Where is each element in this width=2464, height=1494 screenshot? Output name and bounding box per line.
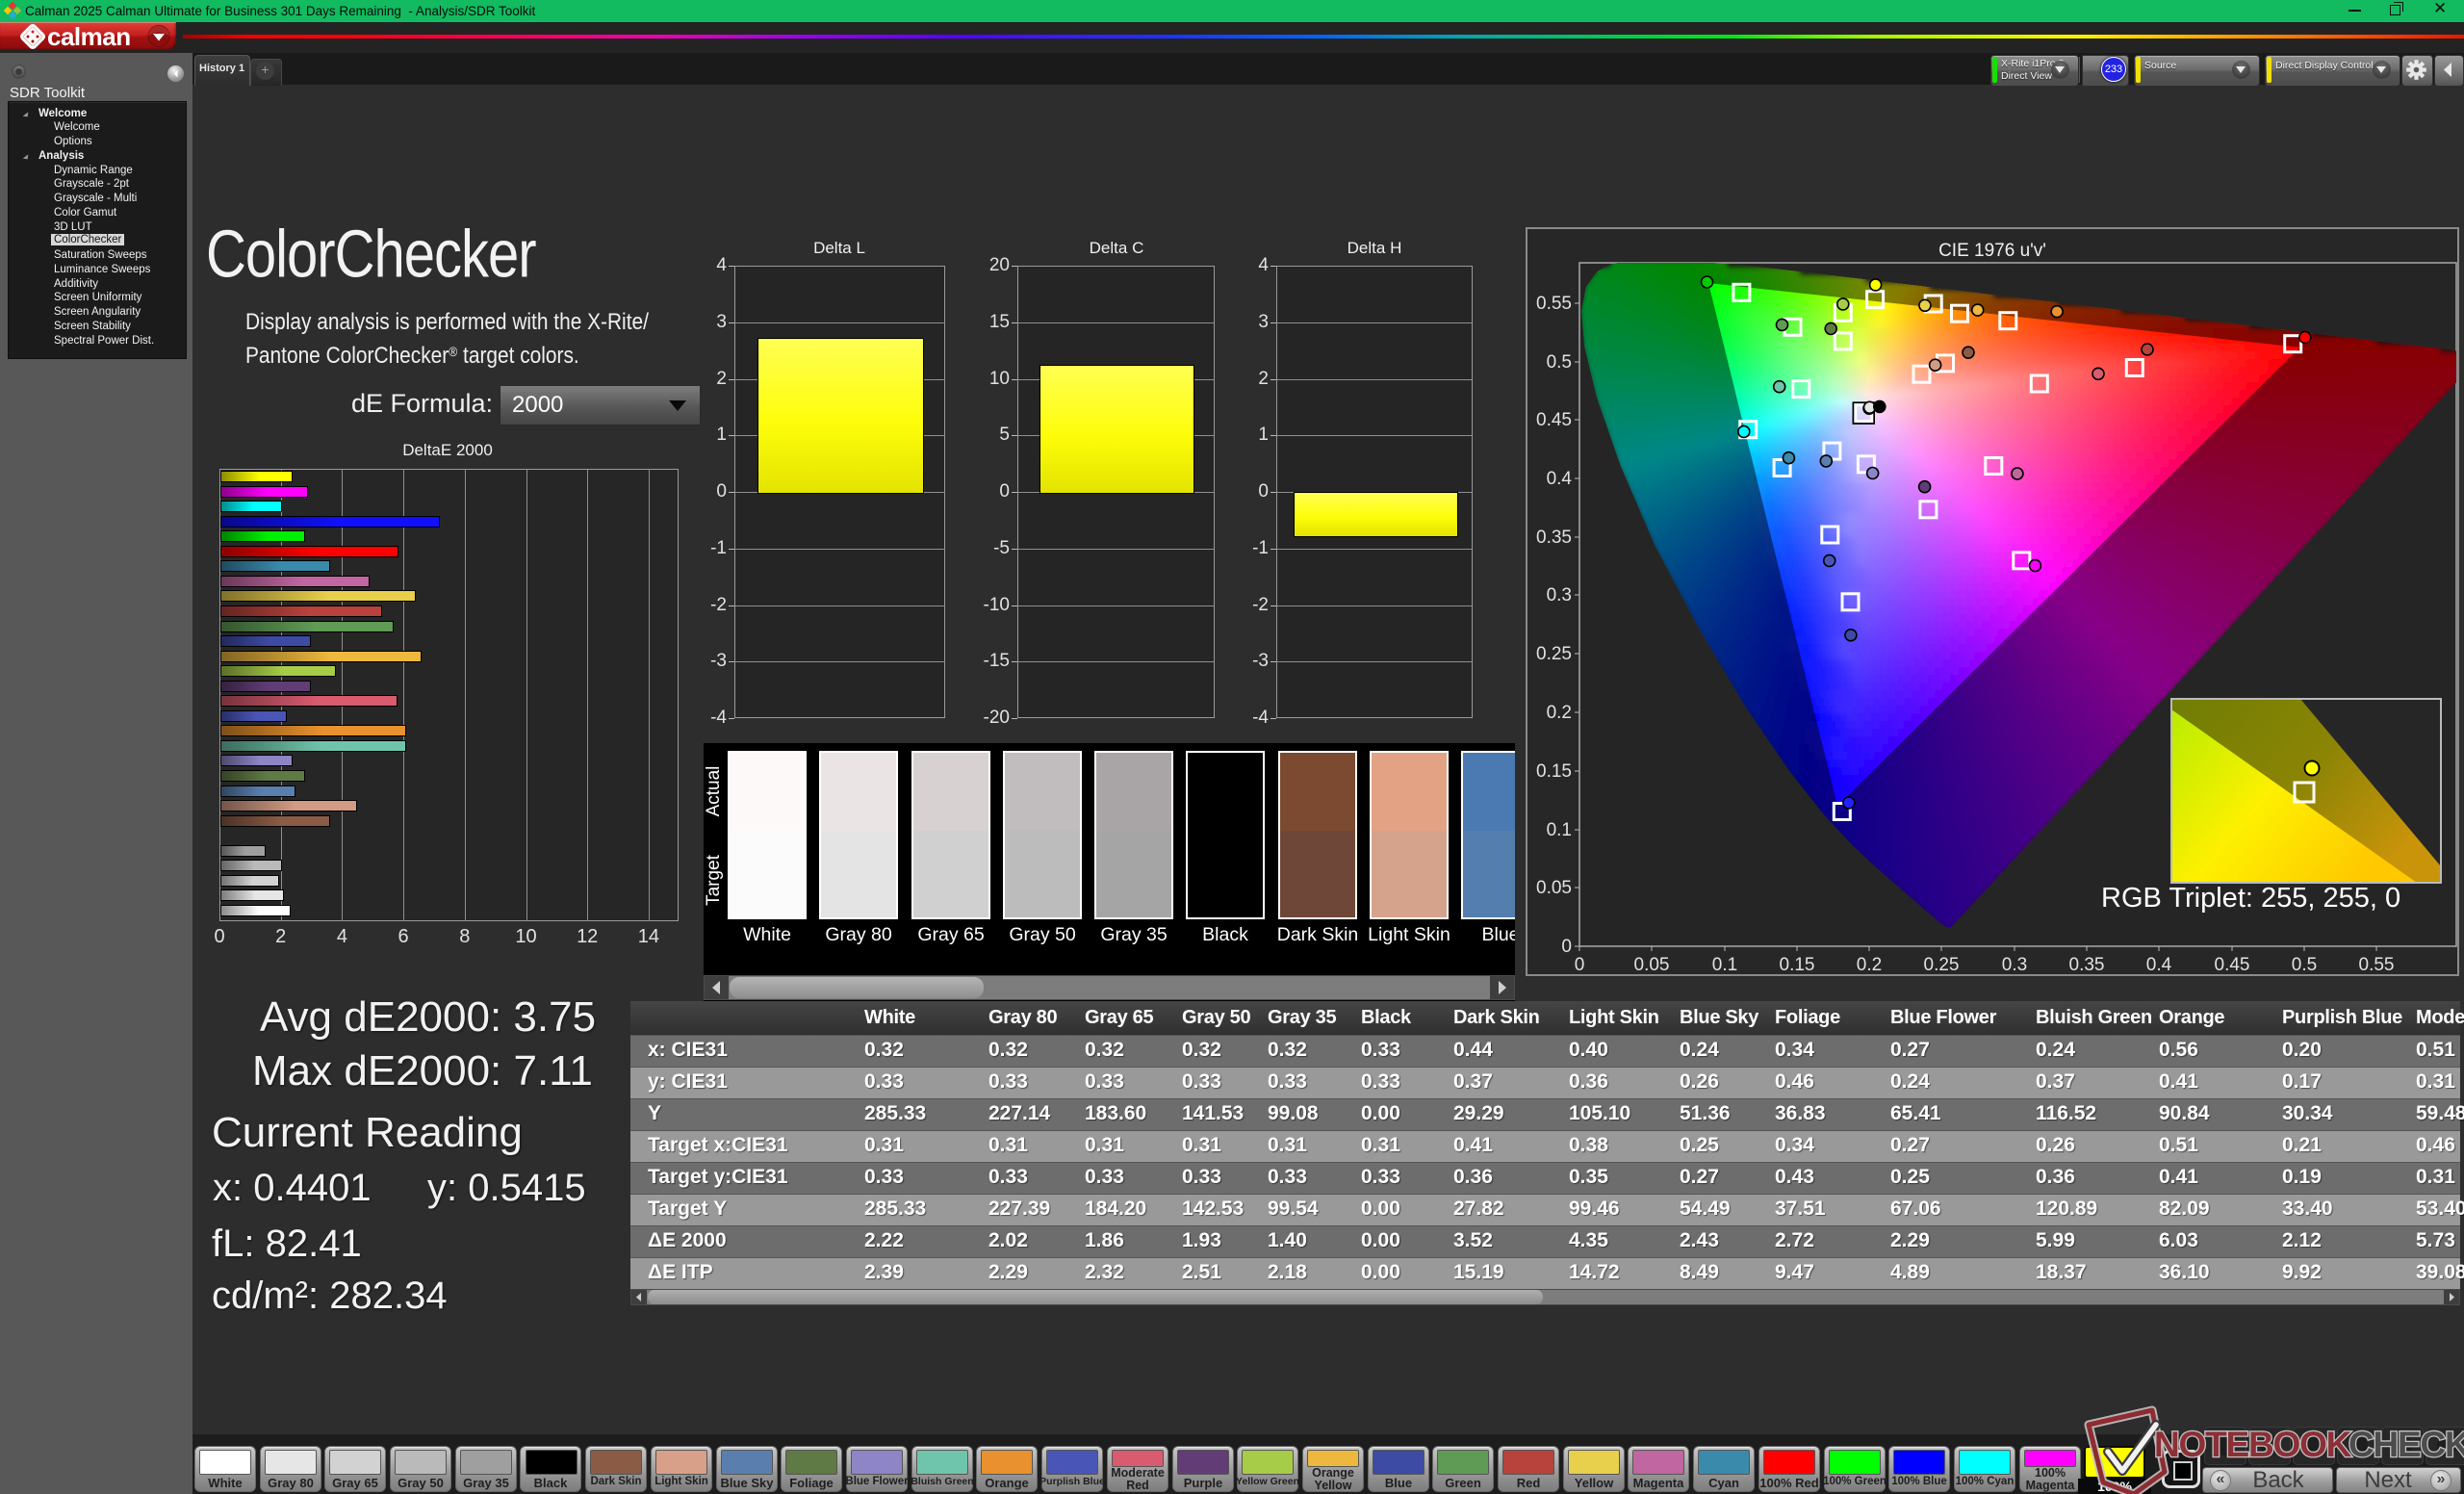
- svg-text:0.35: 0.35: [2069, 955, 2105, 975]
- svg-text:0.05: 0.05: [1634, 955, 1670, 975]
- svg-text:0.3: 0.3: [2002, 955, 2027, 975]
- svg-text:0.45: 0.45: [1536, 410, 1572, 430]
- svg-text:0.45: 0.45: [2215, 955, 2250, 975]
- svg-text:RGB Triplet: 255, 255, 0: RGB Triplet: 255, 255, 0: [2101, 883, 2400, 914]
- svg-text:0.1: 0.1: [1547, 820, 1572, 840]
- svg-text:calman: calman: [47, 22, 131, 50]
- svg-text:0.35: 0.35: [1536, 528, 1572, 548]
- svg-text:0.4: 0.4: [2146, 955, 2172, 975]
- svg-text:0.5: 0.5: [2292, 955, 2317, 975]
- svg-text:0.1: 0.1: [1712, 955, 1737, 975]
- svg-text:0.2: 0.2: [1857, 955, 1882, 975]
- svg-text:CHECK: CHECK: [2348, 1425, 2464, 1464]
- svg-text:0.4: 0.4: [1547, 469, 1573, 489]
- svg-text:CIE 1976 u'v': CIE 1976 u'v': [1938, 241, 2046, 261]
- svg-text:0.15: 0.15: [1780, 955, 1815, 975]
- svg-text:0.55: 0.55: [2359, 955, 2395, 975]
- svg-text:0: 0: [1561, 937, 1572, 957]
- svg-text:0.15: 0.15: [1536, 761, 1572, 782]
- svg-text:0: 0: [1575, 955, 1585, 975]
- svg-text:NOTEBOOK: NOTEBOOK: [2154, 1425, 2352, 1464]
- svg-text:0.25: 0.25: [1536, 644, 1572, 664]
- svg-text:0.05: 0.05: [1536, 878, 1572, 898]
- svg-text:0.5: 0.5: [1547, 352, 1572, 373]
- svg-text:0.3: 0.3: [1547, 585, 1572, 605]
- svg-text:0.25: 0.25: [1924, 955, 1960, 975]
- svg-text:0.2: 0.2: [1547, 703, 1572, 723]
- svg-text:0.55: 0.55: [1536, 294, 1572, 314]
